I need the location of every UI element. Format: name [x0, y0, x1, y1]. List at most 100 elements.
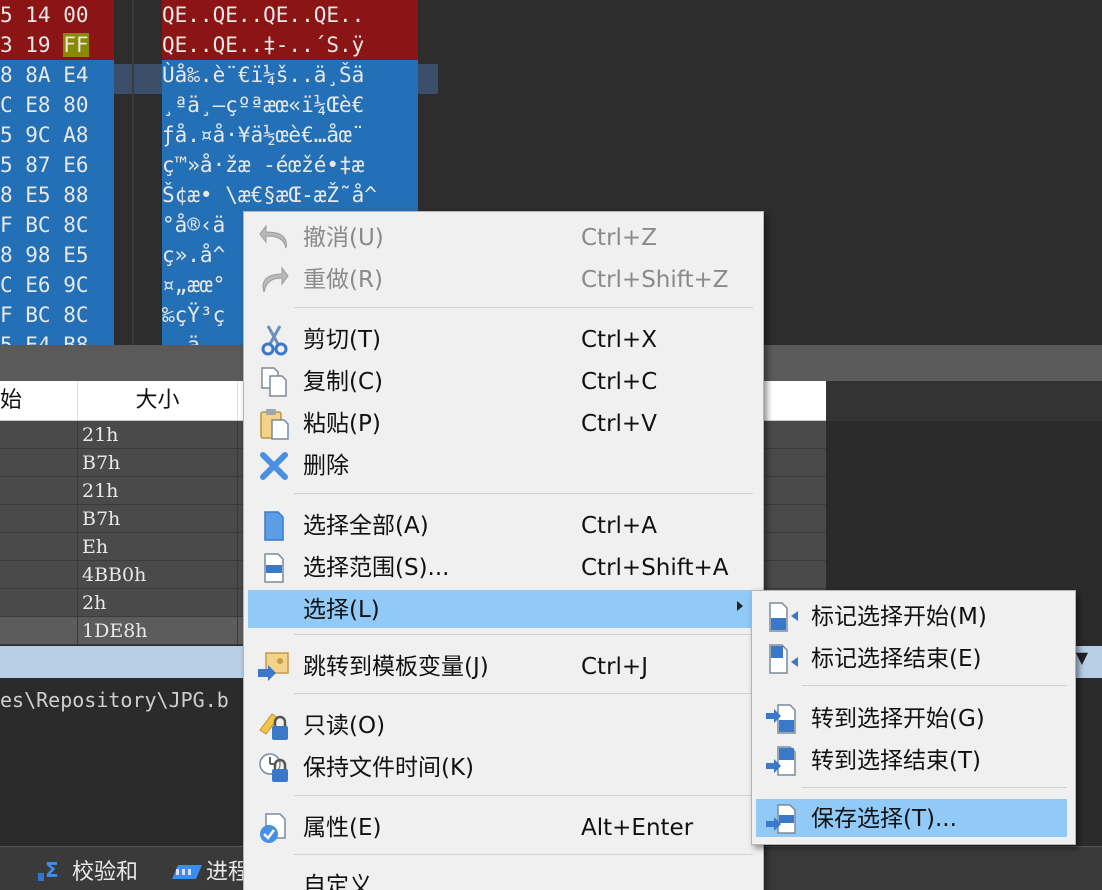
cut-icon — [258, 324, 292, 356]
submenu-item-mark-start[interactable]: 标记选择开始(M) — [756, 597, 1067, 635]
ascii-row[interactable]: QE..QE..‡-..´S.ÿ — [162, 30, 418, 60]
hex-byte-row[interactable]: F BC 8C — [0, 210, 114, 240]
submenu-item-save-selection[interactable]: 保存选择(T)... — [756, 799, 1067, 837]
keep-file-time-icon — [258, 752, 292, 784]
properties-icon — [258, 812, 292, 844]
selection-submenu: 标记选择开始(M) 标记选择结束(E) 转到选择开始(G) 转到选择结束(T) … — [751, 590, 1076, 845]
menu-separator — [294, 493, 753, 494]
hex-byte-row[interactable]: 8 8A E4 — [0, 60, 114, 90]
menu-item-redo[interactable]: 重做(R) Ctrl+Shift+Z — [248, 260, 753, 298]
menu-separator — [294, 795, 753, 796]
size-cell: 1DE8h — [78, 617, 238, 645]
menu-item-undo[interactable]: 撤消(U) Ctrl+Z — [248, 218, 753, 256]
menu-separator — [294, 634, 753, 635]
menu-item-shortcut: Ctrl+A — [581, 513, 657, 539]
start-cell — [0, 561, 78, 589]
menu-item-selection[interactable]: 选择(L) — [248, 590, 753, 628]
menu-item-label: 标记选择结束(E) — [811, 646, 982, 672]
template-header-filler — [826, 381, 1102, 421]
ascii-row[interactable]: ç™»å·žæ -éœžé•‡æ — [162, 150, 418, 180]
menu-item-shortcut: Ctrl+Z — [581, 225, 657, 251]
menu-item-jump-template-var[interactable]: 跳转到模板变量(J) Ctrl+J — [248, 647, 753, 685]
submenu-item-mark-end[interactable]: 标记选择结束(E) — [756, 639, 1067, 677]
size-cell: 4BB0h — [78, 561, 238, 589]
menu-item-cut[interactable]: 剪切(T) Ctrl+X — [248, 320, 753, 358]
hex-cursor-band — [114, 64, 162, 94]
tab-checksum[interactable]: Σ 校验和 — [36, 855, 138, 885]
select-all-icon — [258, 510, 292, 542]
ascii-row[interactable]: QE..QE..QE..QE.. — [162, 0, 418, 30]
size-cell: Eh — [78, 533, 238, 561]
start-cell — [0, 589, 78, 617]
submenu-item-goto-end[interactable]: 转到选择结束(T) — [756, 741, 1067, 779]
hex-byte-row[interactable]: 5 87 E6 — [0, 150, 114, 180]
tab-process[interactable]: 进程 — [170, 855, 250, 885]
read-only-icon — [258, 710, 292, 742]
start-cell — [0, 617, 78, 645]
menu-item-shortcut: Ctrl+Shift+Z — [581, 267, 729, 293]
menu-item-label: 粘贴(P) — [303, 411, 381, 437]
undo-icon — [258, 222, 292, 254]
menu-item-label: 转到选择开始(G) — [811, 706, 985, 732]
file-path-text: es\Repository\JPG.b — [0, 688, 229, 712]
hex-column-divider — [132, 0, 134, 345]
ascii-cursor-band — [418, 64, 438, 94]
menu-item-shortcut: Ctrl+J — [581, 654, 648, 680]
svg-text:Σ: Σ — [45, 858, 59, 882]
menu-item-select-all[interactable]: 选择全部(A) Ctrl+A — [248, 506, 753, 544]
hex-byte-row[interactable]: 3 19 FF — [0, 30, 114, 60]
size-cell: 21h — [78, 421, 238, 449]
hex-byte-row[interactable]: 8 E5 88 — [0, 180, 114, 210]
submenu-item-goto-start[interactable]: 转到选择开始(G) — [756, 699, 1067, 737]
menu-item-delete[interactable]: 删除 — [248, 446, 753, 484]
menu-item-read-only[interactable]: 只读(O) — [248, 706, 753, 744]
start-cell — [0, 533, 78, 561]
menu-item-label: 选择全部(A) — [303, 513, 429, 539]
hex-byte-row[interactable]: F BC 8C — [0, 300, 114, 330]
ascii-row[interactable]: ƒå.¤å·¥ä½œè€…åœ¨ — [162, 120, 418, 150]
hex-byte-row[interactable]: C E8 80 — [0, 90, 114, 120]
menu-item-label: 跳转到模板变量(J) — [303, 654, 489, 680]
menu-item-label: 转到选择结束(T) — [811, 748, 981, 774]
menu-item-label: 自定义 — [303, 873, 372, 890]
menu-item-keep-file-time[interactable]: 保持文件时间(K) — [248, 748, 753, 786]
menu-item-label: 属性(E) — [303, 815, 382, 841]
hex-byte-row[interactable]: C E6 9C — [0, 270, 114, 300]
menu-item-copy[interactable]: 复制(C) Ctrl+C — [248, 362, 753, 400]
menu-separator — [294, 307, 753, 308]
ascii-row[interactable]: Ùå‰.è¨€ï¼š..ä¸Šä — [162, 60, 418, 90]
column-header-size[interactable]: 大小 — [78, 381, 238, 421]
redo-icon — [258, 264, 292, 296]
hex-bytes-column[interactable]: 5 14 00 3 19 FF 8 8A E4 C E8 80 5 9C A8 … — [0, 0, 114, 360]
menu-separator — [294, 693, 753, 694]
chevron-down-icon[interactable]: ▼ — [1076, 648, 1088, 667]
highlighted-byte: FF — [63, 33, 89, 57]
menu-separator — [294, 854, 753, 855]
copy-icon — [258, 366, 292, 398]
save-selection-icon — [766, 803, 800, 835]
menu-item-customize[interactable]: 自定义 — [248, 866, 753, 890]
select-range-icon — [258, 552, 292, 584]
menu-item-paste[interactable]: 粘贴(P) Ctrl+V — [248, 404, 753, 442]
hex-byte-row[interactable]: 8 98 E5 — [0, 240, 114, 270]
size-cell: 21h — [78, 477, 238, 505]
paste-icon — [258, 408, 292, 440]
menu-item-shortcut: Ctrl+X — [581, 327, 657, 353]
mark-selection-end-icon — [766, 643, 800, 675]
menu-item-label: 标记选择开始(M) — [811, 604, 987, 630]
start-cell — [0, 477, 78, 505]
menu-item-label: 复制(C) — [303, 369, 384, 395]
process-icon — [170, 857, 202, 883]
context-menu: 撤消(U) Ctrl+Z 重做(R) Ctrl+Shift+Z 剪切(T) Ct… — [243, 211, 764, 890]
delete-icon — [258, 450, 292, 482]
ascii-row[interactable]: Š¢æ• \æ€§æŒ-æŽ˜å^ — [162, 180, 418, 210]
size-cell: B7h — [78, 505, 238, 533]
hex-byte-text: 3 19 — [0, 33, 64, 57]
column-header-start[interactable]: 始 — [0, 381, 78, 421]
hex-byte-row[interactable]: 5 14 00 — [0, 0, 114, 30]
submenu-arrow-icon — [737, 601, 743, 611]
menu-item-properties[interactable]: 属性(E) Alt+Enter — [248, 808, 753, 846]
hex-byte-row[interactable]: 5 9C A8 — [0, 120, 114, 150]
ascii-row[interactable]: ¸ªä¸–çºªæœ«ï¼Œè€ — [162, 90, 418, 120]
menu-item-select-range[interactable]: 选择范围(S)... Ctrl+Shift+A — [248, 548, 753, 586]
